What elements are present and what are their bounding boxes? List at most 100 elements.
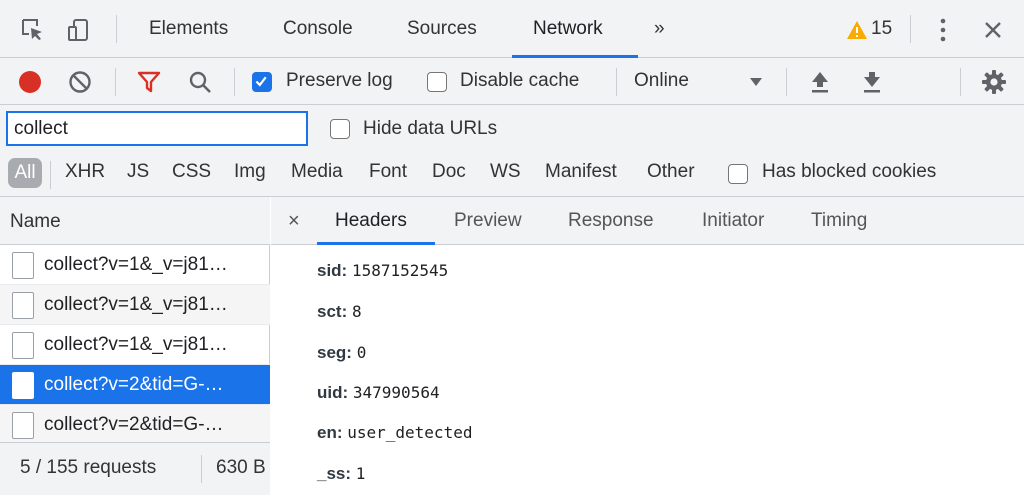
divider <box>201 455 202 483</box>
document-icon <box>12 412 34 439</box>
request-row[interactable]: collect?v=1&_v=j81… <box>0 285 270 325</box>
type-filter-ws[interactable]: WS <box>490 161 521 183</box>
document-icon <box>12 252 34 279</box>
request-name: collect?v=1&_v=j81… <box>44 254 228 275</box>
query-param: uid: 347990564 <box>317 383 440 403</box>
tab-console[interactable]: Console <box>283 18 353 40</box>
close-icon[interactable] <box>984 21 1002 39</box>
active-detail-tab-indicator <box>317 242 435 245</box>
checkmark-icon <box>255 76 267 87</box>
inspect-element-icon[interactable] <box>20 17 46 43</box>
param-value: 8 <box>351 302 362 321</box>
request-row[interactable]: collect?v=1&_v=j81… <box>0 245 270 285</box>
type-filter-img[interactable]: Img <box>234 161 266 183</box>
tab-timing[interactable]: Timing <box>811 210 867 232</box>
tab-response[interactable]: Response <box>568 210 654 232</box>
name-column-header[interactable]: Name <box>0 197 270 245</box>
type-filter-all[interactable]: All <box>8 158 42 188</box>
dropdown-arrow-icon[interactable] <box>750 77 762 87</box>
warnings-count[interactable]: 15 <box>871 18 892 40</box>
has-blocked-cookies-label[interactable]: Has blocked cookies <box>762 161 936 183</box>
request-count: 5 / 155 requests <box>20 457 157 478</box>
close-detail-button[interactable]: × <box>288 210 300 233</box>
type-filter-doc[interactable]: Doc <box>432 161 466 183</box>
import-har-icon[interactable] <box>810 70 830 94</box>
tab-headers[interactable]: Headers <box>335 210 407 232</box>
type-filter-other[interactable]: Other <box>647 161 695 183</box>
param-key: uid: <box>317 383 349 402</box>
request-name: collect?v=1&_v=j81… <box>44 294 228 315</box>
device-toolbar-icon[interactable] <box>66 17 92 43</box>
tab-elements[interactable]: Elements <box>149 18 228 40</box>
hide-data-urls-checkbox[interactable] <box>330 119 350 139</box>
divider <box>910 15 911 43</box>
more-tabs-button[interactable]: » <box>654 18 665 40</box>
record-icon[interactable] <box>17 69 43 95</box>
request-row-selected[interactable]: collect?v=2&tid=G-… <box>0 365 270 405</box>
request-list: Name collect?v=1&_v=j81… collect?v=1&_v=… <box>0 197 270 495</box>
param-key: _ss: <box>317 464 352 483</box>
divider <box>960 68 961 96</box>
query-param: en: user_detected <box>317 423 472 443</box>
type-filter-media[interactable]: Media <box>291 161 343 183</box>
disable-cache-checkbox[interactable] <box>427 72 447 92</box>
kebab-menu-icon[interactable] <box>937 17 949 43</box>
divider <box>50 161 51 189</box>
request-row[interactable]: collect?v=1&_v=j81… <box>0 325 270 365</box>
request-name: collect?v=2&tid=G-… <box>44 414 224 435</box>
throttling-select[interactable]: Online <box>634 70 689 92</box>
type-filter-xhr[interactable]: XHR <box>65 161 105 183</box>
hide-data-urls-label[interactable]: Hide data URLs <box>363 118 497 140</box>
tab-network[interactable]: Network <box>533 18 603 40</box>
detail-tabbar: × Headers Preview Response Initiator Tim… <box>271 197 1024 245</box>
document-icon <box>12 372 34 399</box>
param-value: 0 <box>356 343 367 362</box>
divider <box>115 68 116 96</box>
resource-type-bar: All XHR JS CSS Img Media Font Doc WS Man… <box>0 153 1024 197</box>
filter-icon[interactable] <box>137 71 161 93</box>
query-param: _ss: 1 <box>317 464 365 484</box>
tab-preview[interactable]: Preview <box>454 210 522 232</box>
param-value: user_detected <box>347 423 473 442</box>
type-filter-font[interactable]: Font <box>369 161 407 183</box>
divider <box>786 68 787 96</box>
network-status-bar: 5 / 155 requests 630 B <box>0 442 270 495</box>
tab-sources[interactable]: Sources <box>407 18 477 40</box>
document-icon <box>12 332 34 359</box>
query-param: sid: 1587152545 <box>317 261 448 281</box>
preserve-log-label[interactable]: Preserve log <box>286 70 393 92</box>
name-column-label: Name <box>10 211 61 232</box>
divider <box>616 68 617 96</box>
param-key: sid: <box>317 261 348 280</box>
divider <box>116 15 117 43</box>
network-toolbar: Preserve log Disable cache Online <box>0 58 1024 105</box>
disable-cache-label[interactable]: Disable cache <box>460 70 579 92</box>
param-value: 347990564 <box>352 383 440 402</box>
request-row[interactable]: collect?v=2&tid=G-… <box>0 405 270 445</box>
type-filter-js[interactable]: JS <box>127 161 149 183</box>
has-blocked-cookies-checkbox[interactable] <box>728 164 748 184</box>
filter-input[interactable] <box>6 111 308 146</box>
document-icon <box>12 292 34 319</box>
type-filter-manifest[interactable]: Manifest <box>545 161 617 183</box>
devtools-tabbar: Elements Console Sources Network » 15 <box>0 0 1024 58</box>
request-name: collect?v=2&tid=G-… <box>44 374 224 395</box>
request-detail-pane: × Headers Preview Response Initiator Tim… <box>271 197 1024 495</box>
query-param: sct: 8 <box>317 302 362 322</box>
query-param: seg: 0 <box>317 343 366 363</box>
tab-initiator[interactable]: Initiator <box>702 210 764 232</box>
param-key: sct: <box>317 302 348 321</box>
clear-icon[interactable] <box>68 70 92 94</box>
filter-bar: Hide data URLs <box>0 105 1024 153</box>
divider <box>234 68 235 96</box>
param-key: seg: <box>317 343 352 362</box>
param-value: 1587152545 <box>351 261 449 280</box>
param-key: en: <box>317 423 343 442</box>
preserve-log-checkbox[interactable] <box>252 72 272 92</box>
type-filter-css[interactable]: CSS <box>172 161 211 183</box>
warning-icon[interactable] <box>846 20 868 40</box>
export-har-icon[interactable] <box>862 70 882 94</box>
search-icon[interactable] <box>188 70 212 94</box>
param-value: 1 <box>355 464 366 483</box>
settings-gear-icon[interactable] <box>981 69 1007 95</box>
